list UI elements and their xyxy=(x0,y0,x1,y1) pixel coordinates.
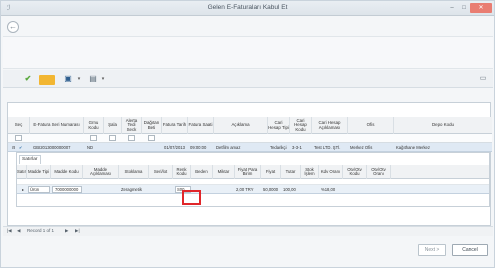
col-header-alert[interactable]: Alerta Tedi Seck xyxy=(122,117,142,134)
col-header-line[interactable]: Satır xyxy=(17,165,27,179)
col-header-otv-rate[interactable]: Otv/Otv Oranı xyxy=(367,165,391,179)
cancel-button[interactable]: Cancel xyxy=(452,244,488,256)
main-window: ℐ Gelen E-Faturaları Kabul Et – □ ✕ ← ✔ … xyxy=(0,0,495,268)
filter-checkbox[interactable] xyxy=(15,135,22,141)
col-header-account-code[interactable]: Cari Hesap Kodu xyxy=(290,117,312,134)
col-header-description[interactable]: Açıklama xyxy=(214,117,268,134)
last-page-icon[interactable]: ▶| xyxy=(75,228,80,234)
cell-code: ND xyxy=(87,145,94,150)
col-header-stock-op[interactable]: Stok İşlem xyxy=(301,165,319,179)
table-row[interactable]: ⊟ ✔ GBI2013000000007 ND 01/07/2013 09:00… xyxy=(8,143,492,152)
cell-description: Detfilm amaz xyxy=(216,145,241,150)
serial-highlight-box xyxy=(182,190,201,205)
cell-item-code: 7000000000 xyxy=(55,187,79,192)
row-select-checkbox[interactable]: ✔ xyxy=(18,143,26,152)
col-header-code[interactable]: Grnu Kodu xyxy=(84,117,104,134)
cell-quantity: 2,00 TRY xyxy=(236,187,254,192)
cell-amount: 100,00 xyxy=(283,187,296,192)
filter-checkbox[interactable] xyxy=(128,135,135,141)
col-header-color[interactable]: Renk Kodu xyxy=(173,165,191,179)
col-header-currency[interactable]: Fiyat Para Birim xyxy=(235,165,261,179)
ribbon-area xyxy=(3,36,493,69)
cell-stocking: Zeragmetik xyxy=(121,187,142,192)
cell-price: 50,0000 xyxy=(263,187,279,192)
record-indicator: Record 1 of 1 xyxy=(27,228,55,233)
col-header-size[interactable]: Beden xyxy=(191,165,213,179)
close-button[interactable]: ✕ xyxy=(470,3,492,13)
filter-checkbox[interactable] xyxy=(148,135,155,141)
maximize-button[interactable]: □ xyxy=(458,3,470,13)
col-header-item-code[interactable]: Madde Kodu xyxy=(51,165,83,179)
col-header-item-type[interactable]: Madde Tipi xyxy=(27,165,51,179)
cell-invoice-time: 09:00:00 xyxy=(190,145,207,150)
prev-page-icon[interactable]: ◀ xyxy=(17,228,20,234)
col-header-s[interactable]: Şala xyxy=(104,117,122,134)
col-header-amount[interactable]: Tutar xyxy=(281,165,301,179)
invoice-grid: Seç E-Fatura Seri Numarası Grnu Kodu Şal… xyxy=(7,102,492,226)
col-header-distributor[interactable]: Dağıtan Beti xyxy=(142,117,162,134)
back-arrow-icon[interactable]: ← xyxy=(7,21,19,33)
col-header-invoice-time[interactable]: Fatura Saati xyxy=(188,117,214,134)
grid-pager: |◀ ◀ Record 1 of 1 ▶ ▶| xyxy=(3,226,493,236)
col-header-otv-code[interactable]: Otv/Otv Kodu xyxy=(343,165,367,179)
expand-icon[interactable]: ⊟ xyxy=(11,143,17,152)
print-dropdown-icon[interactable]: ▾ xyxy=(99,73,107,85)
first-page-icon[interactable]: |◀ xyxy=(7,228,12,234)
col-header-quantity[interactable]: Miktar xyxy=(213,165,235,179)
next-button[interactable]: Next > xyxy=(418,244,446,256)
minimize-button[interactable]: – xyxy=(446,3,458,13)
cell-account-type: Tedarikçi xyxy=(270,145,287,150)
row-indicator-icon: ▸ xyxy=(22,187,25,192)
cell-item-type: Ürün xyxy=(30,187,40,192)
folder-icon[interactable] xyxy=(39,75,55,85)
cell-account-desc: Test LTD. ŞTİ. xyxy=(314,145,341,150)
detail-table-row[interactable]: ▸ Ürün 7000000000 Zeragmetik S00 2,00 TR… xyxy=(17,185,489,194)
toolbar: ✔ ▣ ▾ ▤ ▾ ▭ xyxy=(3,70,493,88)
cell-account-code: 3-3-1 xyxy=(292,145,302,150)
filter-checkbox[interactable] xyxy=(109,135,116,141)
col-header-depot[interactable]: Depo Kodu xyxy=(394,117,492,134)
grid-header-row: Seç E-Fatura Seri Numarası Grnu Kodu Şal… xyxy=(8,117,492,134)
col-header-item-desc[interactable]: Madde Açıklaması xyxy=(83,165,119,179)
save-dropdown-icon[interactable]: ▾ xyxy=(75,73,83,85)
cell-invoice-date: 01/07/2013 xyxy=(164,145,185,150)
detail-panel: Satırlar Satır Madde Tipi Madde Kodu Mad… xyxy=(16,152,490,207)
cell-invoice-no: GBI2013000000007 xyxy=(33,145,71,150)
next-page-icon[interactable]: ▶ xyxy=(65,228,68,234)
col-header-price[interactable]: Fiyat xyxy=(261,165,281,179)
filter-checkbox[interactable] xyxy=(90,135,97,141)
col-header-invoice-date[interactable]: Fatura Tarih xyxy=(162,117,188,134)
col-header-vat[interactable]: Kdv Oranı xyxy=(319,165,343,179)
grid-filter-row xyxy=(8,134,492,143)
refresh-icon[interactable]: ✔ xyxy=(21,73,35,85)
col-header-invoice-no[interactable]: E-Fatura Seri Numarası xyxy=(30,117,84,134)
title-bar[interactable]: ℐ Gelen E-Faturaları Kabul Et – □ ✕ xyxy=(1,1,494,16)
col-header-office[interactable]: Ofis xyxy=(348,117,394,134)
col-header-stocking[interactable]: Stoklama xyxy=(119,165,149,179)
tab-lines[interactable]: Satırlar xyxy=(19,155,41,164)
cell-depot: Kağıthane Merkez xyxy=(396,145,430,150)
window-title: Gelen E-Faturaları Kabul Et xyxy=(207,4,288,11)
cell-vat: %18,00 xyxy=(321,187,336,192)
col-header-serial[interactable]: Seri/lot xyxy=(149,165,173,179)
print-icon[interactable]: ▤ xyxy=(86,73,100,85)
col-header-select[interactable]: Seç xyxy=(8,117,30,134)
layout-icon[interactable]: ▭ xyxy=(477,73,489,85)
detail-header-row: Satır Madde Tipi Madde Kodu Madde Açıkla… xyxy=(17,165,489,179)
save-icon[interactable]: ▣ xyxy=(61,73,75,85)
col-header-account-desc[interactable]: Cari Hesap Açıklaması xyxy=(312,117,348,134)
col-header-account-type[interactable]: Cari Hesap Tipi xyxy=(268,117,290,134)
cell-office: Merkez Ofis xyxy=(350,145,373,150)
